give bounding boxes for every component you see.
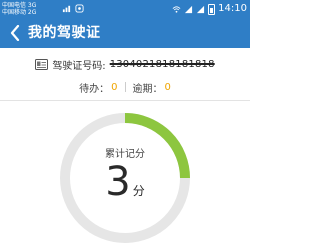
overdue-count: 0 bbox=[164, 81, 171, 93]
battery-icon bbox=[208, 3, 216, 15]
section-divider bbox=[0, 100, 250, 101]
overdue-label: 逾期： bbox=[132, 83, 163, 95]
wifi-icon bbox=[172, 5, 181, 13]
id-card-icon bbox=[35, 58, 49, 70]
chevron-left-icon bbox=[10, 25, 20, 41]
status-bar: 中国电信 3G 中国移动 2G 14:10 bbox=[0, 0, 250, 18]
cell-signal-icon bbox=[185, 5, 193, 13]
back-button[interactable] bbox=[4, 22, 26, 44]
license-number-row: 驾驶证号码: 1304021818181818 bbox=[0, 56, 250, 72]
pending-label: 待办： bbox=[79, 83, 110, 95]
score-unit: 分 bbox=[132, 184, 145, 198]
notification-icons bbox=[62, 4, 84, 13]
score-display: 3分 bbox=[0, 158, 250, 206]
score-value: 3 bbox=[105, 159, 131, 205]
license-number-label: 驾驶证号码: bbox=[52, 60, 106, 72]
clock: 14:10 bbox=[218, 3, 247, 14]
signal-bars-icon bbox=[62, 5, 71, 13]
pending-count: 0 bbox=[111, 81, 118, 93]
app-notification-icon bbox=[75, 4, 84, 13]
carrier-info: 中国电信 3G 中国移动 2G bbox=[2, 2, 36, 16]
app-header: 我的驾驶证 bbox=[0, 18, 250, 48]
page-title: 我的驾驶证 bbox=[28, 25, 101, 41]
carrier-2: 中国移动 2G bbox=[2, 9, 37, 16]
cell-signal-2-icon bbox=[197, 5, 205, 13]
pending-overdue-row: 待办： 0 逾期： 0 bbox=[0, 80, 250, 95]
license-number-value: 1304021818181818 bbox=[109, 58, 215, 70]
status-right: 14:10 bbox=[172, 3, 247, 15]
divider-vertical bbox=[124, 82, 126, 92]
carrier-1: 中国电信 3G bbox=[2, 2, 37, 9]
